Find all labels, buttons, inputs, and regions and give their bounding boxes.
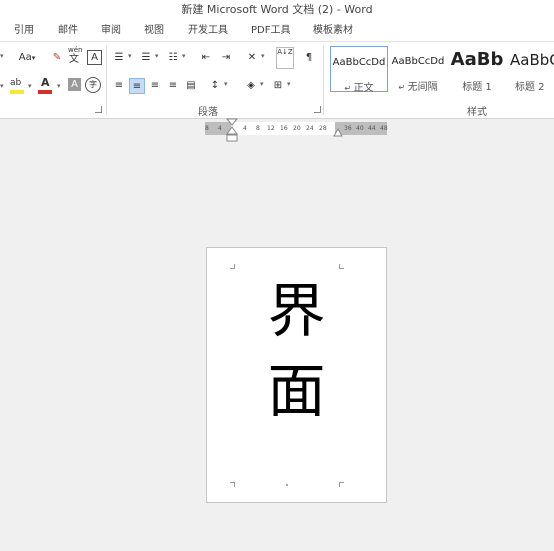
ruler-tick: 40 xyxy=(356,125,364,132)
style-no-spacing[interactable]: AaBbCcDd ↵ 无间隔 xyxy=(389,46,447,93)
character-shading-button[interactable]: A xyxy=(68,78,81,91)
bullets-icon[interactable]: ☰ xyxy=(111,50,127,66)
chevron-down-icon[interactable]: ▾ xyxy=(0,52,4,60)
shading-icon[interactable]: ◈ xyxy=(243,78,259,94)
group-separator xyxy=(106,45,107,115)
page-corner-mark xyxy=(339,482,344,487)
paragraph-dialog-launcher-icon[interactable] xyxy=(314,106,321,113)
clear-format-icon[interactable]: ✎ xyxy=(50,50,64,66)
page-corner-mark xyxy=(230,482,235,487)
tab-mailings[interactable]: 邮件 xyxy=(58,20,78,41)
indent-marker-icon[interactable] xyxy=(226,118,238,143)
pinyin-label: wén xyxy=(68,46,83,54)
ruler-tick: 4 xyxy=(243,125,247,132)
tab-developer[interactable]: 开发工具 xyxy=(188,20,228,41)
chevron-down-icon[interactable]: ▾ xyxy=(0,82,4,90)
phonetic-guide-button[interactable]: wén 文 xyxy=(66,46,84,68)
style-normal[interactable]: AaBbCcDd ↵ 正文 xyxy=(330,46,388,94)
show-marks-icon[interactable]: ¶ xyxy=(303,50,315,66)
style-name: ↵ 正文 xyxy=(344,83,374,94)
ruler-tick: 12 xyxy=(267,125,275,132)
line-spacing-icon[interactable]: ↕ xyxy=(207,78,223,94)
ribbon: ▾ Aa▾ ✎ wén 文 A ▾ ab ▾ A ▾ A 字 ☰ ▾ ☰ ▾ ☷… xyxy=(0,41,554,119)
ruler-tick: 44 xyxy=(368,125,376,132)
group-separator xyxy=(323,45,324,115)
page-corner-mark xyxy=(339,264,344,269)
document-text-line[interactable]: 面 xyxy=(207,360,386,422)
tab-templates[interactable]: 模板素材 xyxy=(313,20,353,41)
ruler-tick: 20 xyxy=(293,125,301,132)
ruler-tick: 8 xyxy=(256,125,260,132)
style-name: 标题 1 xyxy=(462,82,492,93)
character-border-button[interactable]: A xyxy=(87,50,102,65)
ruler-tick: 4 xyxy=(218,125,222,132)
distributed-icon[interactable]: ▤ xyxy=(183,78,199,94)
chevron-down-icon[interactable]: ▾ xyxy=(57,82,61,90)
tab-references[interactable]: 引用 xyxy=(14,20,34,41)
ruler-tick: 48 xyxy=(380,125,388,132)
style-sample: AaBbC xyxy=(510,51,554,69)
chevron-down-icon[interactable]: ▾ xyxy=(260,80,264,88)
pinyin-char: 文 xyxy=(69,54,79,65)
ruler-tick: 28 xyxy=(319,125,327,132)
style-heading-1[interactable]: AaBb 标题 1 xyxy=(448,46,506,93)
paragraph-group-label: 段落 xyxy=(198,107,218,118)
highlight-color-swatch xyxy=(10,90,24,94)
ruler-tick: 16 xyxy=(280,125,288,132)
chevron-down-icon[interactable]: ▾ xyxy=(182,52,186,60)
font-color-button[interactable]: A xyxy=(38,76,54,96)
window-title: 新建 Microsoft Word 文档 (2) - Word xyxy=(0,0,554,20)
paragraph-mark xyxy=(286,484,288,486)
sort-button[interactable]: A↓Z xyxy=(276,47,294,69)
borders-icon[interactable]: ⊞ xyxy=(270,78,286,94)
chinese-layout-icon[interactable]: ✕ xyxy=(244,50,260,66)
chevron-down-icon[interactable]: ▾ xyxy=(128,52,132,60)
styles-group-label: 样式 xyxy=(467,107,487,118)
style-name: 标题 2 xyxy=(515,82,545,92)
chevron-down-icon[interactable]: ▾ xyxy=(224,80,228,88)
ribbon-tabs: 引用 邮件 审阅 视图 开发工具 PDF工具 模板素材 xyxy=(0,20,554,41)
style-name: ↵ 无间隔 xyxy=(398,82,438,93)
style-sample: AaBbCcDd xyxy=(332,57,386,68)
font-color-label: A xyxy=(41,76,50,89)
change-case-label: Aa xyxy=(18,52,32,63)
style-sample: AaBbCcDd xyxy=(391,56,445,67)
change-case-button[interactable]: Aa▾ xyxy=(14,50,40,66)
ruler-tick: 24 xyxy=(306,125,314,132)
right-indent-marker-icon[interactable] xyxy=(333,128,343,138)
align-right-icon[interactable]: ≡ xyxy=(147,78,163,94)
tab-review[interactable]: 审阅 xyxy=(101,20,121,41)
multilevel-list-icon[interactable]: ☷ xyxy=(165,50,181,66)
chevron-down-icon[interactable]: ▾ xyxy=(261,52,265,60)
style-sample: AaBb xyxy=(450,49,504,70)
enclose-characters-button[interactable]: 字 xyxy=(85,77,101,93)
style-heading-2[interactable]: AaBbC 标题 2 xyxy=(507,46,554,92)
increase-indent-icon[interactable]: ⇥ xyxy=(218,50,234,66)
document-text-line[interactable]: 界 xyxy=(207,280,386,342)
justify-icon[interactable]: ≡ xyxy=(165,78,181,94)
ruler-tick: 8 xyxy=(205,125,209,132)
page-corner-mark xyxy=(230,264,235,269)
font-dialog-launcher-icon[interactable] xyxy=(95,106,102,113)
chevron-down-icon[interactable]: ▾ xyxy=(287,80,291,88)
numbering-icon[interactable]: ☰ xyxy=(138,50,154,66)
highlight-label: ab xyxy=(10,78,22,88)
document-page[interactable]: 界 面 xyxy=(206,247,387,503)
highlight-button[interactable]: ab xyxy=(10,76,26,96)
font-color-swatch xyxy=(38,90,52,94)
tab-view[interactable]: 视图 xyxy=(144,20,164,41)
chevron-down-icon[interactable]: ▾ xyxy=(28,82,32,90)
align-center-icon[interactable]: ≡ xyxy=(129,78,145,94)
tab-pdf-tools[interactable]: PDF工具 xyxy=(251,20,290,41)
decrease-indent-icon[interactable]: ⇤ xyxy=(198,50,214,66)
align-left-icon[interactable]: ≡ xyxy=(111,78,127,94)
chevron-down-icon[interactable]: ▾ xyxy=(155,52,159,60)
ruler-tick: 36 xyxy=(344,125,352,132)
